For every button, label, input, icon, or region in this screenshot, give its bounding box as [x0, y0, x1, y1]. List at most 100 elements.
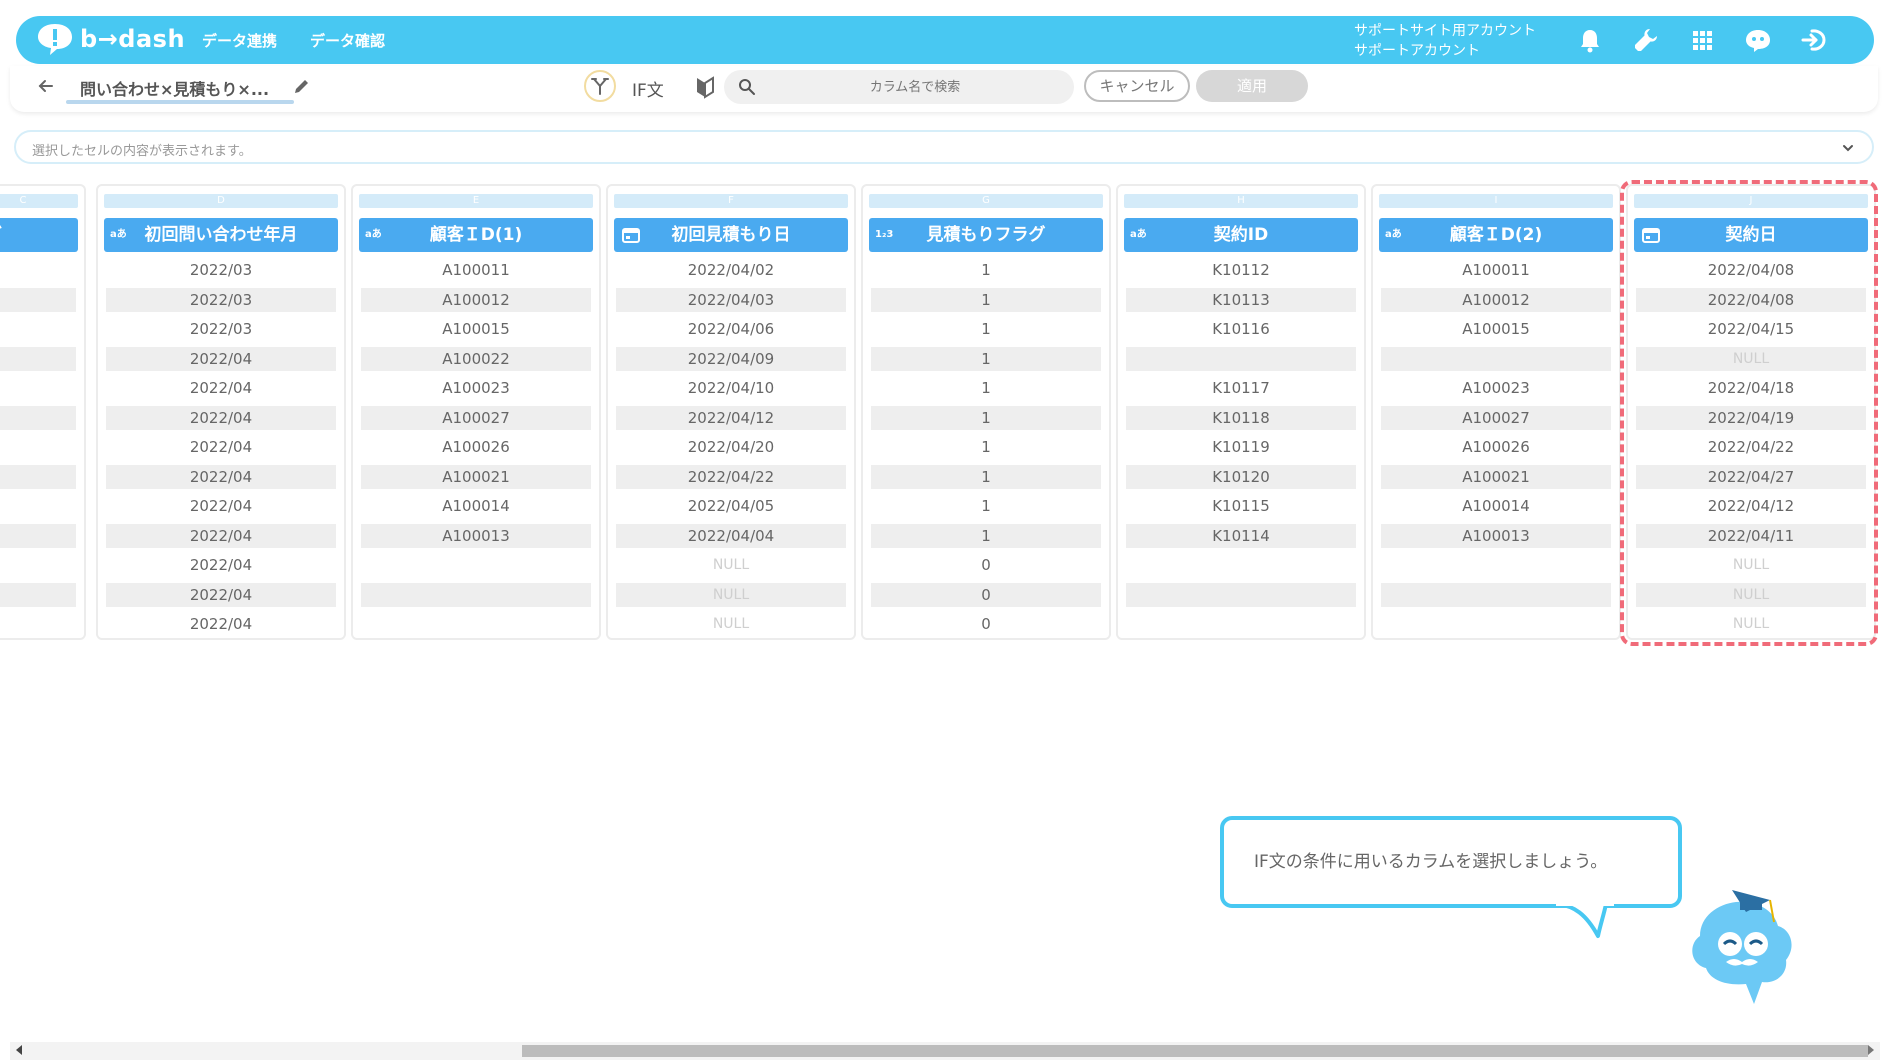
table-cell[interactable]: A100012 [361, 288, 591, 312]
table-cell[interactable] [0, 435, 76, 459]
table-cell[interactable]: NULL [1636, 583, 1866, 607]
table-cell[interactable]: 0 [871, 612, 1101, 636]
table-cell[interactable]: K10113 [1126, 288, 1356, 312]
table-cell[interactable]: 2022/04/19 [1636, 406, 1866, 430]
table-cell[interactable]: 2022/04 [106, 553, 336, 577]
table-cell[interactable]: A100026 [361, 435, 591, 459]
table-cell[interactable]: NULL [616, 583, 846, 607]
beginner-mark-icon[interactable] [694, 75, 716, 99]
table-cell[interactable] [0, 258, 76, 282]
column-header[interactable]: aあ 顧客ＩD(2) [1379, 218, 1613, 252]
scroll-right-arrow-icon[interactable] [1868, 1045, 1874, 1055]
table-cell[interactable]: 1 [871, 524, 1101, 548]
table-cell[interactable] [0, 347, 76, 371]
table-cell[interactable]: NULL [1636, 347, 1866, 371]
table-cell[interactable]: A100011 [361, 258, 591, 282]
table-cell[interactable]: 2022/04/18 [1636, 376, 1866, 400]
table-cell[interactable]: A100021 [361, 465, 591, 489]
table-cell[interactable]: A100013 [361, 524, 591, 548]
table-cell[interactable]: NULL [616, 553, 846, 577]
column-letter[interactable]: J [1634, 194, 1868, 208]
table-cell[interactable]: 2022/04 [106, 524, 336, 548]
table-cell[interactable] [1126, 612, 1356, 636]
table-cell[interactable]: A100023 [1381, 376, 1611, 400]
table-cell[interactable]: 2022/04/04 [616, 524, 846, 548]
table-cell[interactable]: 2022/03 [106, 317, 336, 341]
table-cell[interactable] [1126, 583, 1356, 607]
scroll-left-arrow-icon[interactable] [16, 1045, 22, 1055]
table-cell[interactable]: A100011 [1381, 258, 1611, 282]
table-cell[interactable]: A100022 [361, 347, 591, 371]
column-header[interactable]: aあ 顧客ＩD(1) [359, 218, 593, 252]
column-header[interactable]: 契約日 [1634, 218, 1868, 252]
table-cell[interactable]: 2022/04/03 [616, 288, 846, 312]
nav-data-check[interactable]: データ確認 [310, 30, 385, 51]
table-cell[interactable]: 2022/04/08 [1636, 258, 1866, 282]
table-cell[interactable]: 2022/04 [106, 465, 336, 489]
table-cell[interactable]: 2022/04 [106, 376, 336, 400]
table-cell[interactable]: 2022/04/06 [616, 317, 846, 341]
table-cell[interactable]: K10112 [1126, 258, 1356, 282]
table-cell[interactable]: K10120 [1126, 465, 1356, 489]
column-header[interactable]: 1₂3 見積もりフラグ [869, 218, 1103, 252]
bell-icon[interactable] [1576, 26, 1604, 54]
table-cell[interactable] [361, 583, 591, 607]
table-cell[interactable]: 2022/04/11 [1636, 524, 1866, 548]
table-cell[interactable]: NULL [616, 612, 846, 636]
table-cell[interactable] [1126, 553, 1356, 577]
column-letter[interactable]: G [869, 194, 1103, 208]
table-cell[interactable]: 2022/04/02 [616, 258, 846, 282]
back-arrow-icon[interactable] [36, 76, 56, 96]
table-cell[interactable]: K10116 [1126, 317, 1356, 341]
table-cell[interactable]: A100014 [361, 494, 591, 518]
table-cell[interactable] [1381, 583, 1611, 607]
table-cell[interactable]: 1 [871, 376, 1101, 400]
nav-data-integration[interactable]: データ連携 [202, 30, 277, 51]
table-cell[interactable] [0, 288, 76, 312]
column-letter[interactable]: F [614, 194, 848, 208]
table-cell[interactable]: 2022/04/27 [1636, 465, 1866, 489]
table-cell[interactable]: 1 [871, 317, 1101, 341]
table-cell[interactable] [0, 583, 76, 607]
table-cell[interactable]: 2022/04 [106, 583, 336, 607]
grid-menu-icon[interactable] [1688, 26, 1716, 54]
table-cell[interactable]: 1 [871, 347, 1101, 371]
table-cell[interactable] [0, 553, 76, 577]
table-cell[interactable]: A100027 [1381, 406, 1611, 430]
wrench-icon[interactable] [1632, 26, 1660, 54]
table-cell[interactable] [1381, 347, 1611, 371]
chevron-down-icon[interactable] [1840, 140, 1856, 156]
search-input[interactable] [770, 74, 1060, 100]
table-cell[interactable]: 2022/04/05 [616, 494, 846, 518]
table-cell[interactable]: NULL [1636, 612, 1866, 636]
table-cell[interactable] [361, 553, 591, 577]
table-cell[interactable]: 2022/03 [106, 288, 336, 312]
table-cell[interactable]: 2022/04 [106, 494, 336, 518]
table-cell[interactable]: A100012 [1381, 288, 1611, 312]
column-header[interactable]: aあ 初回問い合わせ年月 [104, 218, 338, 252]
table-cell[interactable]: 2022/04/22 [616, 465, 846, 489]
column-header[interactable]: 初回見積もり日 [614, 218, 848, 252]
table-cell[interactable] [0, 317, 76, 341]
table-cell[interactable]: 2022/04/15 [1636, 317, 1866, 341]
table-cell[interactable]: 2022/04/20 [616, 435, 846, 459]
table-cell[interactable]: A100015 [361, 317, 591, 341]
table-cell[interactable]: 0 [871, 583, 1101, 607]
table-cell[interactable]: 1 [871, 465, 1101, 489]
column-header[interactable]: ラグ [0, 218, 78, 252]
table-cell[interactable]: 1 [871, 258, 1101, 282]
cancel-button[interactable]: キャンセル [1084, 70, 1190, 102]
table-cell[interactable] [0, 376, 76, 400]
table-cell[interactable]: 1 [871, 435, 1101, 459]
table-cell[interactable]: 0 [871, 553, 1101, 577]
table-cell[interactable]: 2022/04/08 [1636, 288, 1866, 312]
scrollbar-thumb[interactable] [522, 1045, 1868, 1057]
table-cell[interactable]: NULL [1636, 553, 1866, 577]
table-cell[interactable] [1381, 612, 1611, 636]
cell-content-bar[interactable]: 選択したセルの内容が表示されます。 [14, 130, 1874, 164]
table-cell[interactable] [361, 612, 591, 636]
table-cell[interactable]: A100021 [1381, 465, 1611, 489]
column-letter[interactable]: H [1124, 194, 1358, 208]
table-cell[interactable] [0, 612, 76, 636]
table-cell[interactable]: A100014 [1381, 494, 1611, 518]
